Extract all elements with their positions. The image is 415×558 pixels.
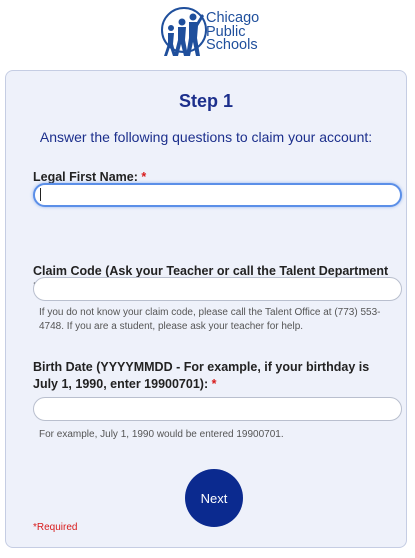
logo-line-3: Schools bbox=[206, 37, 258, 53]
birth-date-input[interactable] bbox=[33, 397, 402, 421]
intro-text: Answer the following questions to claim … bbox=[39, 129, 373, 145]
step-title: Step 1 bbox=[178, 91, 234, 111]
next-button[interactable]: Next bbox=[185, 469, 243, 527]
cps-logo-text: Chicago Public Schools bbox=[206, 11, 259, 53]
birth-date-label: Birth Date (YYYYMMDD - For example, if y… bbox=[33, 359, 393, 393]
birth-date-help: For example, July 1, 1990 would be enter… bbox=[39, 429, 284, 440]
first-name-input[interactable] bbox=[33, 183, 402, 207]
birth-date-required-mark: * bbox=[211, 377, 217, 391]
first-name-label-text: Legal First Name: bbox=[33, 170, 138, 184]
cps-logo: Chicago Public Schools bbox=[160, 6, 270, 62]
first-name-required-mark: * bbox=[141, 170, 147, 184]
birth-date-label-text: Birth Date (YYYYMMDD - For example, if y… bbox=[33, 360, 370, 391]
cps-logo-figures-icon bbox=[161, 7, 207, 56]
claim-code-help: If you do not know your claim code, plea… bbox=[39, 307, 381, 332]
claim-account-page: Chicago Public Schools Step 1 Answer the… bbox=[0, 0, 415, 558]
required-note: *Required bbox=[33, 522, 78, 533]
claim-code-input[interactable] bbox=[33, 277, 402, 301]
text-caret bbox=[40, 188, 41, 201]
